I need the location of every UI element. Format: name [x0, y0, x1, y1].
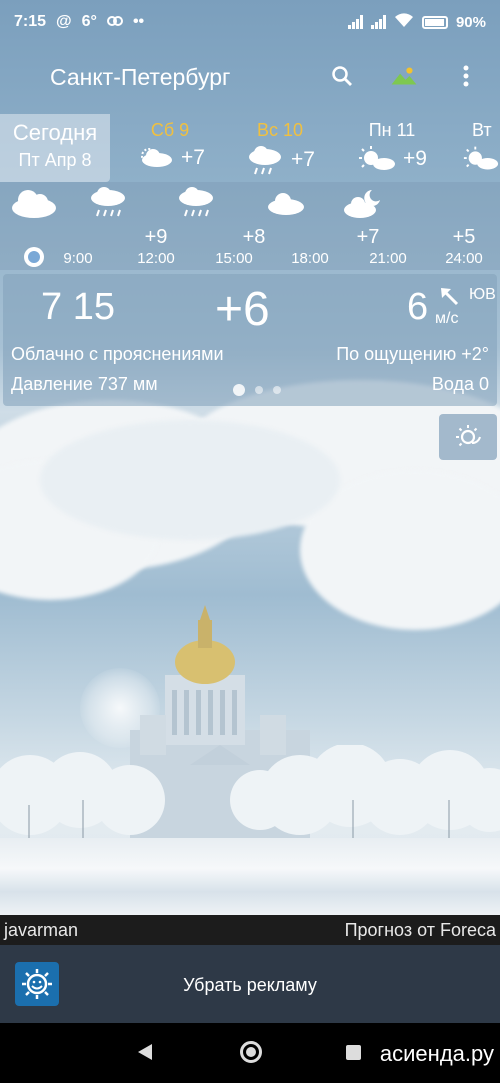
feels-like: По ощущению +2° [336, 344, 489, 364]
day-today-date: Пт Апр 8 [18, 150, 92, 170]
day-temp: +7 [181, 146, 205, 169]
day-sat[interactable]: Сб 9 +7 [122, 114, 218, 182]
day-temp: +9 [403, 147, 427, 170]
day-name: Сб 9 [150, 120, 190, 140]
status-time: 7:15 [14, 13, 47, 30]
hour-time: 24:00 [445, 250, 483, 267]
partly-sunny-icon [359, 146, 396, 170]
cloudy-night-icon [344, 190, 380, 218]
watermark: асиенда.ру [379, 1041, 494, 1066]
wind-direction: ЮВ [469, 286, 496, 303]
search-icon[interactable] [328, 62, 356, 90]
forecast-credit[interactable]: Прогноз от Foreca [345, 920, 496, 941]
back-icon[interactable] [137, 1043, 153, 1061]
hour-time: 21:00 [369, 250, 407, 267]
system-nav-bar: асиенда.ру [0, 1023, 500, 1083]
credits-bar: javarman Прогноз от Foreca [0, 915, 500, 945]
hourly-forecast[interactable]: +9 +8 +7 +5 9:00 12:00 15:00 18:00 21:00… [0, 182, 500, 270]
current-time: 7 15 [41, 286, 115, 328]
cloudy-icon [268, 193, 304, 215]
day-tue[interactable]: Вт [456, 114, 500, 182]
partly-sunny-icon [463, 146, 499, 170]
photo-credit[interactable]: javarman [4, 920, 78, 941]
current-temp: +6 [215, 283, 270, 336]
condition-text: Облачно с прояснениями [11, 344, 224, 364]
wind-speed: 6 [407, 286, 429, 328]
hour-temp: +9 [144, 226, 168, 248]
temp-notification: 6° [81, 13, 97, 30]
page-dot [255, 386, 263, 394]
days-strip: Сегодня Пт Апр 8 Сб 9 +7 Вс 10 +7 Пн 11 … [0, 114, 500, 182]
hour-temp: +7 [356, 226, 380, 248]
remove-ads-bar[interactable]: Убрать рекламу [0, 945, 500, 1023]
rain-icon [91, 187, 125, 217]
link-icon [106, 13, 123, 31]
signal-icon [347, 15, 363, 29]
remove-ads-label: Убрать рекламу [183, 975, 317, 995]
day-today-label: Сегодня [12, 120, 98, 145]
hour-temp: +8 [242, 226, 266, 248]
city-title[interactable]: Санкт-Петербург [50, 64, 230, 91]
battery-percent: 90% [455, 13, 486, 31]
battery-icon [421, 15, 448, 29]
sun-moon-icon [456, 425, 481, 447]
more-notifications-icon: •• [132, 13, 145, 30]
day-sun[interactable]: Вс 10 +7 [232, 114, 328, 182]
hour-time: 12:00 [137, 250, 175, 267]
wind-direction-arrow-icon [441, 288, 459, 306]
page-dot-active [233, 384, 245, 396]
hour-time: 18:00 [291, 250, 329, 267]
app-bar: Санкт-Петербург [0, 44, 500, 110]
sun-moon-button[interactable] [439, 414, 497, 460]
partly-cloudy-rain-icon [141, 148, 173, 167]
pressure: Давление 737 мм [11, 374, 158, 394]
hour-temp: +5 [452, 226, 476, 248]
day-name: Пн 11 [368, 120, 416, 140]
home-icon[interactable] [240, 1041, 262, 1063]
day-name: Вт [472, 120, 492, 140]
recents-icon[interactable] [346, 1045, 361, 1060]
landscape-icon[interactable] [390, 62, 418, 90]
wind-unit: м/с [435, 310, 459, 327]
current-conditions-card[interactable]: 7 15 +6 6 ЮВ м/с Облачно с прояснениями … [3, 274, 497, 406]
page-dot [273, 386, 281, 394]
hour-time: 15:00 [215, 250, 253, 267]
wifi-icon [394, 12, 414, 32]
page-indicator [233, 384, 281, 396]
snowy-trees [0, 745, 500, 845]
cloudy-icon [12, 190, 56, 218]
rain-icon [179, 187, 213, 217]
water-temp: Вода 0 [431, 374, 489, 394]
rain-icon [249, 146, 282, 175]
day-name: Вс 10 [256, 120, 304, 140]
day-today[interactable]: Сегодня Пт Апр 8 [0, 114, 110, 182]
day-temp: +7 [291, 148, 315, 171]
more-vert-icon[interactable] [452, 62, 480, 90]
hour-time: 9:00 [63, 250, 93, 267]
status-bar: 7:15 @ 6° •• 90% [0, 0, 500, 44]
day-mon[interactable]: Пн 11 +9 [344, 114, 440, 182]
signal-icon-2 [370, 15, 386, 29]
at-notification-icon: @ [56, 13, 72, 30]
current-time-marker [24, 247, 44, 267]
